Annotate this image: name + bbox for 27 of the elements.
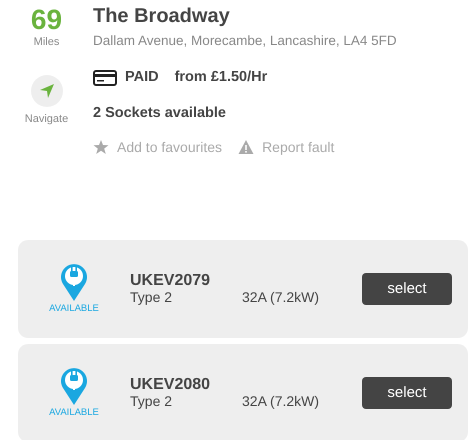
connector-type: Type 2 <box>130 290 174 306</box>
plug-pin-icon <box>60 366 88 406</box>
location-title: The Broadway <box>93 5 231 27</box>
price-text: from £1.50/Hr <box>174 68 268 88</box>
warning-icon <box>238 139 254 156</box>
connector-id: UKEV2079 <box>130 272 212 290</box>
power-rating: 32A (7.2kW) <box>242 290 320 306</box>
select-button[interactable]: select <box>362 376 452 409</box>
navigate-label[interactable]: Navigate <box>24 110 68 127</box>
report-fault-link[interactable]: Report fault <box>262 136 334 158</box>
navigate-button[interactable] <box>30 74 62 106</box>
sockets-available: 2 Sockets available <box>93 104 227 123</box>
credit-card-icon <box>93 70 117 86</box>
select-button[interactable]: select <box>362 272 452 305</box>
plug-pin-icon <box>60 262 88 302</box>
connector-type: Type 2 <box>130 394 174 410</box>
status-label: AVAILABLE <box>49 406 99 420</box>
payment-type: PAID <box>125 68 159 88</box>
navigation-arrow-icon <box>38 82 54 98</box>
distance-value: 69 <box>30 6 62 34</box>
status-label: AVAILABLE <box>49 302 99 316</box>
distance-unit: Miles <box>34 35 60 50</box>
location-address: Dallam Avenue, Morecambe, Lancashire, LA4 5FD <box>93 32 398 50</box>
add-favourites-link[interactable]: Add to favourites <box>117 136 222 158</box>
star-icon <box>93 139 109 156</box>
power-rating: 32A (7.2kW) <box>242 394 320 410</box>
connector-id: UKEV2080 <box>130 376 212 394</box>
